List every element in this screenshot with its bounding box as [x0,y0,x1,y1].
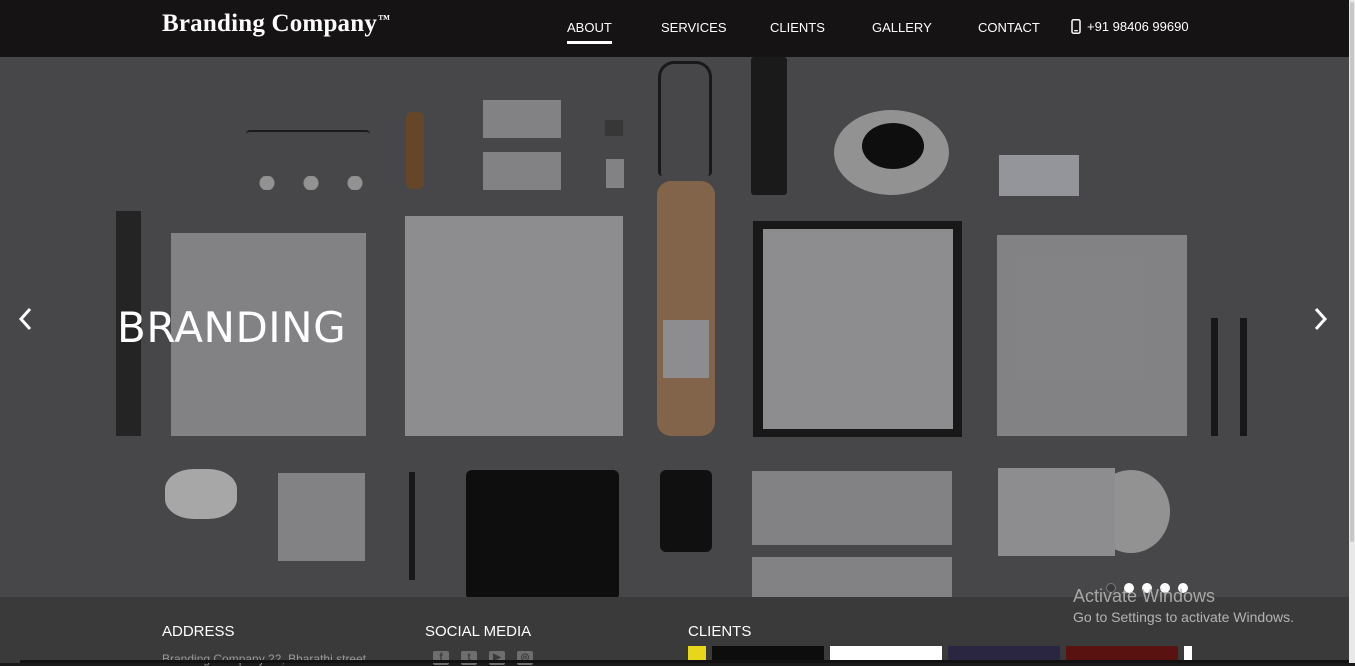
clients-heading: CLIENTS [688,623,752,640]
phone-contact[interactable]: +91 98406 99690 [1071,19,1189,34]
brand-logo[interactable]: Branding Company™ [162,10,390,38]
slider-next-button[interactable] [1310,307,1332,336]
slider-prev-button[interactable] [14,307,36,336]
address-text: Branding Company 22, Bharathi street [162,652,367,666]
activate-windows-title: Activate Windows [1073,586,1216,606]
hero-slider: BRANDING [0,57,1349,597]
address-heading: ADDRESS [162,623,235,640]
chevron-left-icon [18,307,32,336]
mobile-phone-icon [1071,19,1081,34]
activate-windows-subtitle: Go to Settings to activate Windows. [1073,609,1294,625]
top-navbar: Branding Company™ ABOUT SERVICES CLIENTS… [0,0,1349,57]
chevron-right-icon [1314,307,1328,336]
scrollbar-thumb[interactable] [1350,2,1354,542]
nav-clients[interactable]: CLIENTS [770,20,825,35]
social-media-heading: SOCIAL MEDIA [425,623,532,640]
nav-contact[interactable]: CONTACT [978,20,1040,35]
phone-number: +91 98406 99690 [1087,19,1189,34]
nav-gallery[interactable]: GALLERY [872,20,932,35]
nav-services[interactable]: SERVICES [661,20,727,35]
trademark-symbol: ™ [378,12,391,26]
hero-title: BRANDING [117,303,347,352]
nav-about[interactable]: ABOUT [567,20,612,44]
